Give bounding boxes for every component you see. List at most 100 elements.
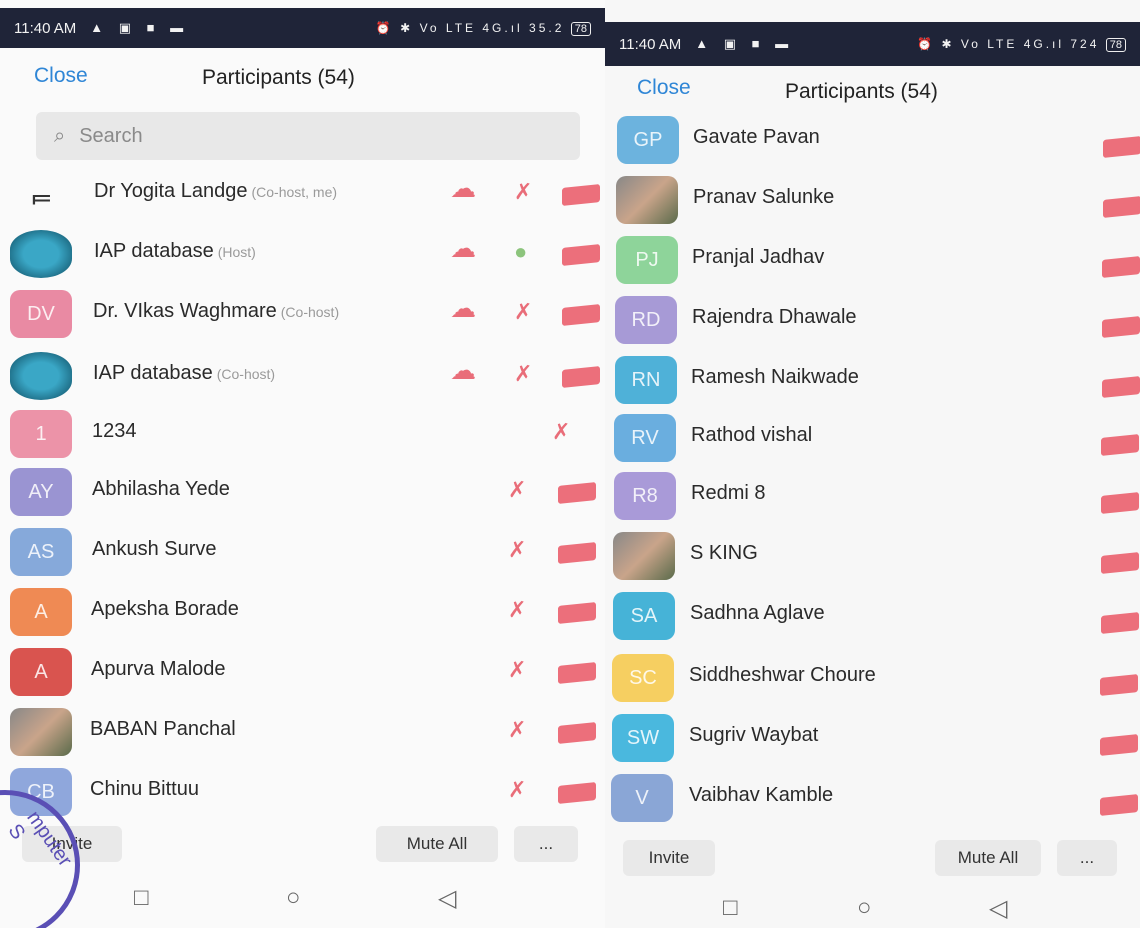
- home-icon[interactable]: ○: [857, 894, 872, 922]
- more-button[interactable]: ...: [514, 826, 578, 862]
- invite-button[interactable]: Invite: [623, 840, 715, 876]
- microphone-muted-icon[interactable]: ✗: [552, 418, 570, 446]
- avatar: A: [10, 648, 72, 696]
- microphone-muted-icon[interactable]: ✗: [514, 298, 532, 326]
- video-off-icon[interactable]: [1100, 734, 1138, 756]
- microphone-muted-icon[interactable]: ✗: [508, 596, 526, 624]
- video-off-icon[interactable]: [562, 366, 600, 388]
- cloud-record-icon: ☁: [450, 293, 476, 323]
- video-off-icon[interactable]: [558, 782, 596, 804]
- video-off-icon[interactable]: [562, 184, 600, 206]
- video-off-icon[interactable]: [558, 722, 596, 744]
- video-off-icon[interactable]: [1102, 316, 1140, 338]
- system-icons: ⏰ ✱ Vo LTE 4G.ıl 35.2 78: [376, 21, 591, 36]
- close-button[interactable]: Close: [637, 76, 691, 100]
- bottom-actions: Invite Mute All ...: [0, 818, 605, 864]
- avatar: SC: [612, 654, 674, 702]
- participant-name: Dr. VIkas Waghmare (Co-host): [93, 300, 339, 323]
- video-off-icon[interactable]: [558, 542, 596, 564]
- microphone-muted-icon[interactable]: ✗: [514, 360, 532, 388]
- participant-row[interactable]: SW Sugriv Waybat: [605, 708, 1140, 768]
- video-off-icon[interactable]: [558, 602, 596, 624]
- status-bar: 11:40 AM ▲ ▣ ■ ▬ ⏰ ✱ Vo LTE 4G.ıl 35.2 7…: [0, 8, 605, 48]
- participant-row[interactable]: CB Chinu Bittuu ✗: [0, 762, 605, 822]
- microphone-muted-icon[interactable]: ✗: [508, 476, 526, 504]
- microphone-muted-icon[interactable]: ✗: [508, 776, 526, 804]
- video-off-icon[interactable]: [1103, 196, 1140, 218]
- participant-row[interactable]: SC Siddheshwar Choure: [605, 648, 1140, 708]
- close-button[interactable]: Close: [34, 64, 88, 88]
- microphone-muted-icon[interactable]: ✗: [514, 178, 532, 206]
- participant-row[interactable]: RN Ramesh Naikwade: [605, 350, 1140, 410]
- avatar: SA: [613, 592, 675, 640]
- participant-name: 1234: [92, 420, 137, 443]
- video-off-icon[interactable]: [1100, 674, 1138, 696]
- mute-all-button[interactable]: Mute All: [376, 826, 498, 862]
- participant-name-text: Apurva Malode: [91, 658, 226, 680]
- participant-row[interactable]: RD Rajendra Dhawale: [605, 290, 1140, 350]
- participant-row[interactable]: IAP database (Co-host) ☁ ✗: [0, 346, 605, 406]
- system-icons: ⏰ ✱ Vo LTE 4G.ıl 724 78: [917, 37, 1126, 52]
- participant-name: Apeksha Borade: [91, 598, 239, 621]
- recents-icon[interactable]: □: [723, 894, 738, 922]
- participant-name: IAP database (Co-host): [93, 362, 275, 385]
- more-button[interactable]: ...: [1057, 840, 1117, 876]
- participant-row[interactable]: ⫭ Dr Yogita Landge (Co-host, me) ☁ ✗: [0, 164, 605, 224]
- participant-row[interactable]: RV Rathod vishal: [605, 408, 1140, 468]
- avatar: SW: [612, 714, 674, 762]
- participant-row[interactable]: A Apeksha Borade ✗: [0, 582, 605, 642]
- participant-row[interactable]: A Apurva Malode ✗: [0, 642, 605, 702]
- recents-icon[interactable]: □: [134, 884, 149, 912]
- video-off-icon[interactable]: [562, 304, 600, 326]
- participant-row[interactable]: V Vaibhav Kamble: [605, 768, 1140, 828]
- participant-row[interactable]: GP Gavate Pavan: [605, 110, 1140, 170]
- participant-row[interactable]: S KING: [605, 526, 1140, 586]
- video-off-icon[interactable]: [1101, 612, 1139, 634]
- participant-row[interactable]: R8 Redmi 8: [605, 466, 1140, 526]
- home-icon[interactable]: ○: [286, 884, 301, 912]
- left-screen: 11:40 AM ▲ ▣ ■ ▬ ⏰ ✱ Vo LTE 4G.ıl 35.2 7…: [0, 0, 605, 928]
- search-input[interactable]: ⌕ Search: [36, 112, 580, 160]
- search-icon: ⌕: [54, 124, 66, 147]
- participant-name-text: 1234: [92, 420, 137, 442]
- participant-name: S KING: [690, 542, 758, 564]
- microphone-muted-icon[interactable]: ✗: [508, 716, 526, 744]
- participant-name: IAP database (Host): [94, 240, 256, 263]
- participant-row[interactable]: IAP database (Host) ☁ ●: [0, 224, 605, 284]
- back-icon[interactable]: ◁: [438, 884, 456, 913]
- participant-name-text: Abhilasha Yede: [92, 478, 230, 500]
- video-off-icon[interactable]: [1102, 256, 1140, 278]
- video-off-icon[interactable]: [558, 482, 596, 504]
- avatar: A: [10, 588, 72, 636]
- participant-name: Dr Yogita Landge (Co-host, me): [94, 180, 337, 203]
- status-time: 11:40 AM: [14, 19, 77, 37]
- microphone-icon[interactable]: ●: [514, 238, 527, 266]
- video-off-icon[interactable]: [558, 662, 596, 684]
- microphone-muted-icon[interactable]: ✗: [508, 656, 526, 684]
- video-off-icon[interactable]: [1101, 492, 1139, 514]
- video-off-icon[interactable]: [1100, 794, 1138, 816]
- participant-name: Pranjal Jadhav: [692, 246, 825, 268]
- back-icon[interactable]: ◁: [989, 894, 1007, 923]
- participant-row[interactable]: AY Abhilasha Yede ✗: [0, 462, 605, 522]
- video-off-icon[interactable]: [1102, 376, 1140, 398]
- microphone-muted-icon[interactable]: ✗: [508, 536, 526, 564]
- video-off-icon[interactable]: [1101, 552, 1139, 574]
- video-off-icon[interactable]: [1103, 136, 1140, 158]
- participant-row[interactable]: Pranav Salunke: [605, 170, 1140, 230]
- avatar: [10, 230, 72, 278]
- participant-row[interactable]: DV Dr. VIkas Waghmare (Co-host) ☁ ✗: [0, 284, 605, 344]
- participant-name: Sugriv Waybat: [689, 724, 819, 746]
- participant-row[interactable]: AS Ankush Surve ✗: [0, 522, 605, 582]
- participant-row[interactable]: 1 1234 ✗: [0, 404, 605, 464]
- mute-all-button[interactable]: Mute All: [935, 840, 1041, 876]
- battery-icon: 78: [570, 21, 591, 36]
- video-off-icon[interactable]: [1101, 434, 1139, 456]
- video-off-icon[interactable]: [562, 244, 600, 266]
- participant-row[interactable]: SA Sadhna Aglave: [605, 586, 1140, 646]
- participant-row[interactable]: BABAN Panchal ✗: [0, 702, 605, 762]
- participant-row[interactable]: PJ Pranjal Jadhav: [605, 230, 1140, 290]
- android-nav-bar: □ ○ ◁: [605, 880, 1140, 928]
- right-screen: 11:40 AM ▲ ▣ ■ ▬ ⏰ ✱ Vo LTE 4G.ıl 724 78…: [605, 0, 1140, 928]
- avatar: RD: [615, 296, 677, 344]
